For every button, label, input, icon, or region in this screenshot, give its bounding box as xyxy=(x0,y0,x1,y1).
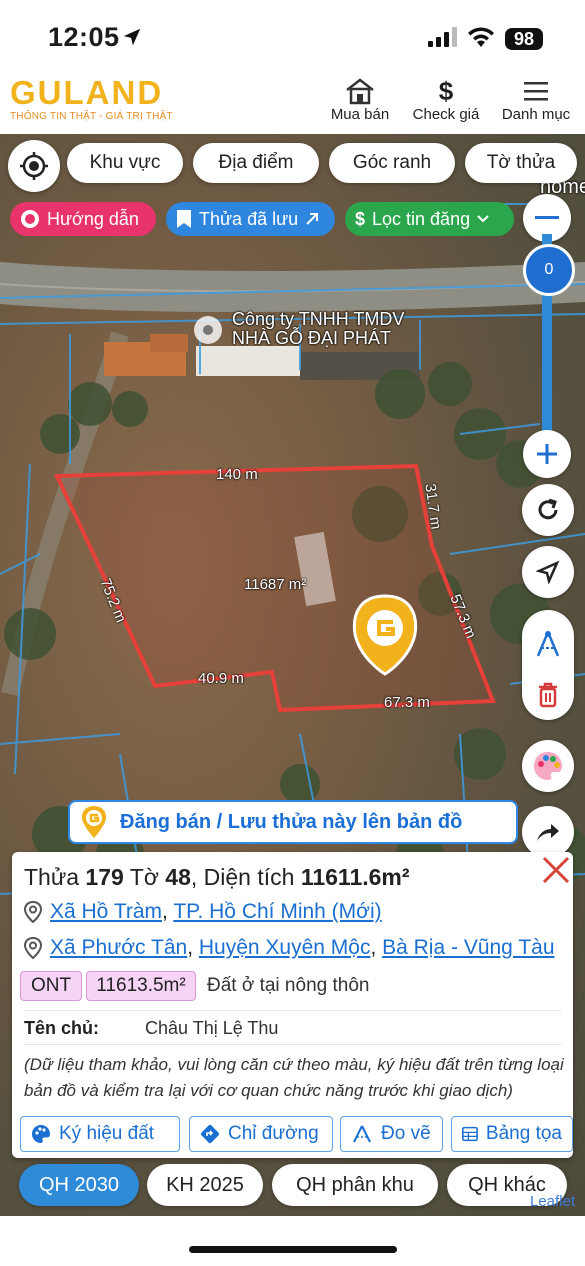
land-symbols-label: Ký hiệu đất xyxy=(59,1123,155,1144)
guland-logo[interactable]: GULAND THÔNG TIN THẬT - GIÁ TRỊ THẬT xyxy=(10,74,173,122)
address-new: Xã Hồ Tràm, TP. Hồ Chí Minh (Mới) xyxy=(24,900,382,924)
home-indicator[interactable] xyxy=(189,1246,397,1253)
owner-name: Châu Thị Lệ Thu xyxy=(145,1018,279,1038)
crosshair-icon xyxy=(20,152,48,180)
post-listing-label: Đăng bán / Lưu thửa này lên bản đồ xyxy=(120,810,463,833)
status-bar: 12:05 98 xyxy=(0,0,585,68)
owner-label: Tên chủ: xyxy=(24,1018,99,1038)
commune-link[interactable]: Xã Hồ Tràm xyxy=(50,900,162,923)
commune-link[interactable]: Xã Phước Tân xyxy=(50,936,187,959)
map-pin-icon xyxy=(24,937,42,959)
external-link-icon xyxy=(306,213,319,225)
zoom-handle[interactable]: 0 xyxy=(523,244,575,296)
dollar-icon: $ xyxy=(355,208,366,229)
plot-number: 179 xyxy=(85,864,124,890)
post-listing-banner[interactable]: Đăng bán / Lưu thửa này lên bản đồ xyxy=(68,800,518,844)
guide-pill[interactable]: Hướng dẫn xyxy=(10,202,156,236)
nav-label: Danh mục xyxy=(501,106,571,123)
close-icon xyxy=(542,856,570,884)
house-icon xyxy=(326,76,394,106)
bookmark-icon xyxy=(177,210,191,228)
edge-length-top: 140 m xyxy=(216,466,258,483)
nav-label: Mua bán xyxy=(330,106,390,123)
measure-label: Đo vẽ xyxy=(381,1123,431,1144)
layer-zone-plan-tab[interactable]: QH phân khu xyxy=(272,1164,438,1206)
guide-label: Hướng dẫn xyxy=(47,208,139,229)
parcel-area-label: 11687 m² xyxy=(244,576,307,593)
nav-label: Check giá xyxy=(412,106,480,123)
map-style-button[interactable] xyxy=(522,740,574,792)
edge-length-bottom-right: 67.3 m xyxy=(384,694,430,711)
land-type-text: Đất ở tại nông thôn xyxy=(207,975,370,996)
filter-listings-pill[interactable]: $ Lọc tin đăng xyxy=(345,202,514,236)
saved-plots-pill[interactable]: Thửa đã lưu xyxy=(166,202,335,236)
location-arrow-icon xyxy=(123,28,141,46)
saved-plots-label: Thửa đã lưu xyxy=(199,208,299,229)
edge-length-bottom-left: 40.9 m xyxy=(198,670,244,687)
share-button[interactable] xyxy=(522,806,574,858)
coordinates-table-label: Bảng tọa xyxy=(485,1123,562,1144)
palette-icon xyxy=(32,1125,50,1143)
divider xyxy=(24,1044,562,1045)
parcel-title: Thửa 179 Tờ 48, Diện tích 11611.6m² xyxy=(24,864,410,890)
close-button[interactable] xyxy=(540,854,572,891)
wifi-icon xyxy=(468,27,494,47)
navigate-button[interactable] xyxy=(522,546,574,598)
map-pin-icon xyxy=(24,901,42,923)
divider xyxy=(24,1010,562,1011)
cellular-signal-icon xyxy=(428,27,457,47)
minus-icon xyxy=(535,216,559,219)
land-symbols-button[interactable]: Ký hiệu đất xyxy=(20,1116,180,1152)
directions-label: Chỉ đường xyxy=(228,1123,319,1144)
plus-icon xyxy=(537,444,557,464)
parcel-info-panel: Thửa 179 Tờ 48, Diện tích 11611.6m² Xã H… xyxy=(12,852,573,1158)
directions-button[interactable]: Chỉ đường xyxy=(189,1116,333,1152)
leaflet-attribution[interactable]: Leaflet xyxy=(530,1193,575,1210)
delete-trash-icon[interactable] xyxy=(537,682,559,713)
layer-qh2030-tab[interactable]: QH 2030 xyxy=(19,1164,139,1206)
logo-text: GULAND xyxy=(10,74,164,111)
land-area-badge: 11613.5m² xyxy=(86,971,196,1001)
zoom-in-button[interactable] xyxy=(523,430,571,478)
measure-icon xyxy=(353,1125,371,1143)
filter-place-chip[interactable]: Địa điểm xyxy=(193,143,319,183)
menu-icon xyxy=(497,76,575,106)
coordinates-table-button[interactable]: Bảng tọa xyxy=(451,1116,573,1152)
poi-label: Công ty TNHH TMDV NHÀ GỖ ĐẠI PHÁT xyxy=(232,309,405,348)
palette-icon xyxy=(534,752,562,780)
refresh-button[interactable] xyxy=(522,484,574,536)
city-link[interactable]: TP. Hồ Chí Minh (Mới) xyxy=(173,900,381,923)
filter-sheet-chip[interactable]: Tờ thửa xyxy=(465,143,577,183)
district-link[interactable]: Huyện Xuyên Mộc xyxy=(199,936,371,959)
battery-level: 98 xyxy=(505,28,543,50)
locate-me-button[interactable] xyxy=(8,140,60,192)
directions-icon xyxy=(200,1124,220,1144)
guland-pin-icon xyxy=(81,806,107,838)
layer-kh2025-tab[interactable]: KH 2025 xyxy=(147,1164,263,1206)
parcel-area: 11611.6m² xyxy=(300,864,410,890)
dollar-icon: $ xyxy=(438,75,454,106)
logo-tagline: THÔNG TIN THẬT - GIÁ TRỊ THẬT xyxy=(10,111,173,122)
refresh-icon xyxy=(538,498,558,520)
measure-tool-icon[interactable] xyxy=(532,628,564,665)
disclaimer-note: (Dữ liệu tham khảo, vui lòng căn cứ theo… xyxy=(24,1055,564,1100)
measure-button[interactable]: Đo vẽ xyxy=(340,1116,443,1152)
share-arrow-icon xyxy=(537,824,559,841)
filter-corner-chip[interactable]: Góc ranh xyxy=(329,143,455,183)
chevron-down-icon xyxy=(477,215,489,223)
land-code-badge: ONT xyxy=(20,971,82,1001)
province-link[interactable]: Bà Rịa - Vũng Tàu xyxy=(382,936,554,959)
navigation-arrow-icon xyxy=(536,560,560,584)
record-icon xyxy=(21,210,39,228)
app-header: GULAND THÔNG TIN THẬT - GIÁ TRỊ THẬT Mua… xyxy=(0,68,585,134)
table-icon xyxy=(462,1126,478,1142)
nav-menu[interactable]: Danh mục xyxy=(497,76,575,123)
nav-buy-sell[interactable]: Mua bán xyxy=(326,76,394,123)
address-old: Xã Phước Tân, Huyện Xuyên Mộc, Bà Rịa - … xyxy=(24,936,555,960)
filter-listings-label: Lọc tin đăng xyxy=(372,208,471,229)
filter-area-chip[interactable]: Khu vực xyxy=(67,143,183,183)
nav-check-price[interactable]: $ Check giá xyxy=(407,75,485,124)
sheet-number: 48 xyxy=(165,864,191,890)
status-time: 12:05 xyxy=(48,22,120,52)
